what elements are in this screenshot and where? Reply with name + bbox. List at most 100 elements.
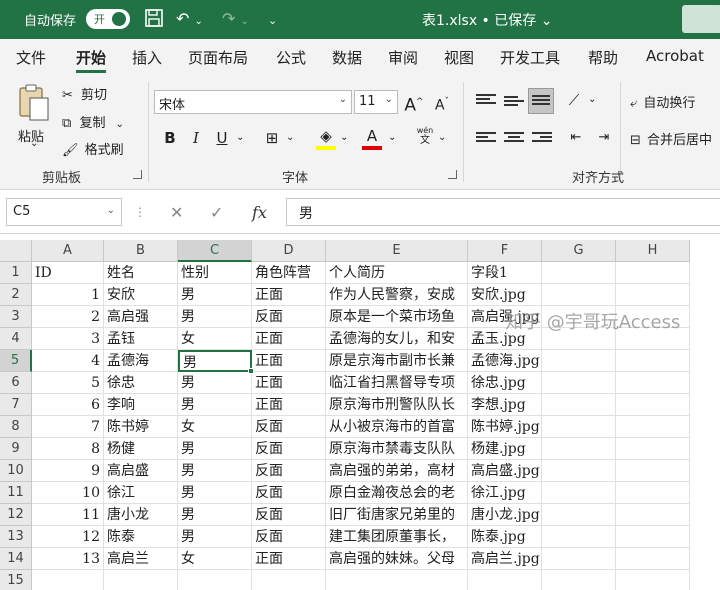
table-cell[interactable]: 女 [178,328,252,350]
table-cell[interactable] [616,416,690,438]
table-cell[interactable] [542,504,616,526]
table-cell[interactable]: 12 [32,526,104,548]
table-cell[interactable]: 反面 [252,438,326,460]
table-cell[interactable]: 作为人民警察，安成 [326,284,468,306]
table-cell[interactable]: 2 [32,306,104,328]
table-cell[interactable]: 唐小龙 [104,504,178,526]
fill-color-icon[interactable]: ◈ [314,124,338,148]
align-left-icon[interactable] [476,130,496,146]
table-cell[interactable] [326,570,468,590]
more-options-icon[interactable]: ⋮ [134,205,146,219]
table-cell[interactable] [616,372,690,394]
table-cell[interactable]: 字段1 [468,262,542,284]
fill-handle[interactable] [248,368,254,374]
copy-button[interactable]: ⧉ 复制 ⌄ [62,112,124,131]
row-header[interactable]: 5 [0,350,32,372]
table-cell[interactable]: 建工集团原董事长， [326,526,468,548]
table-cell[interactable]: 孟德海 [104,350,178,372]
row-header[interactable]: 15 [0,570,32,590]
column-header-g[interactable]: G [542,240,616,262]
table-cell[interactable]: 陈泰 [104,526,178,548]
table-cell[interactable]: 高启兰 [104,548,178,570]
table-cell[interactable]: 正面 [252,350,326,372]
increase-indent-icon[interactable]: ⇥ [592,126,616,150]
table-cell[interactable]: 个人简历 [326,262,468,284]
table-cell[interactable]: 陈书婷.jpg [468,416,542,438]
align-center-icon[interactable] [504,130,524,146]
align-middle-icon[interactable] [504,94,524,110]
column-header-c[interactable]: C [178,240,252,262]
table-cell[interactable]: 反面 [252,460,326,482]
table-cell[interactable] [616,262,690,284]
table-cell[interactable]: 杨健 [104,438,178,460]
orientation-icon[interactable]: ⟋ [562,88,586,112]
font-size-select[interactable]: 11 ⌄ [354,90,398,114]
clipboard-launcher-icon[interactable] [133,170,142,179]
wrap-text-button[interactable]: ⤶ 自动换行 [630,92,695,111]
column-header-f[interactable]: F [468,240,542,262]
tab-acrobat[interactable]: Acrobat [646,47,704,65]
align-top-icon[interactable] [476,92,496,108]
enter-icon[interactable]: ✓ [210,203,223,222]
table-cell[interactable]: 徐忠.jpg [468,372,542,394]
table-cell[interactable]: 正面 [252,328,326,350]
table-cell[interactable]: 4 [32,350,104,372]
table-cell[interactable]: 正面 [252,394,326,416]
tab-page-layout[interactable]: 页面布局 [188,47,248,68]
table-cell[interactable]: 8 [32,438,104,460]
underline-button[interactable]: U [210,126,234,150]
phonetic-button[interactable]: wén 文 [414,126,436,147]
borders-dropdown-icon[interactable]: ⌄ [286,132,294,143]
align-bottom-icon[interactable] [528,88,554,114]
tab-home[interactable]: 开始 [76,47,106,68]
fill-dropdown-icon[interactable]: ⌄ [340,132,348,143]
decrease-indent-icon[interactable]: ⇤ [564,126,588,150]
table-cell[interactable] [468,570,542,590]
search-box[interactable] [682,5,720,33]
cancel-icon[interactable]: ✕ [170,203,183,222]
table-cell[interactable]: 徐江.jpg [468,482,542,504]
table-cell[interactable]: 旧厂街唐家兄弟里的 [326,504,468,526]
table-cell[interactable] [616,460,690,482]
tab-formulas[interactable]: 公式 [276,47,306,68]
table-cell[interactable]: 1 [32,284,104,306]
table-cell[interactable]: 临江省扫黑督导专项 [326,372,468,394]
row-header[interactable]: 8 [0,416,32,438]
row-header[interactable]: 12 [0,504,32,526]
table-cell[interactable]: 反面 [252,416,326,438]
row-header[interactable]: 10 [0,460,32,482]
table-cell[interactable]: 3 [32,328,104,350]
table-cell[interactable]: 原白金瀚夜总会的老 [326,482,468,504]
table-cell[interactable]: 高启盛.jpg [468,460,542,482]
column-header-d[interactable]: D [252,240,326,262]
table-cell[interactable]: 5 [32,372,104,394]
table-cell[interactable] [616,548,690,570]
table-cell[interactable]: 原京海市刑警队队长 [326,394,468,416]
document-title[interactable]: 表1.xlsx • 已保存 ⌄ [422,10,552,30]
table-cell[interactable]: 反面 [252,306,326,328]
select-all-corner[interactable] [0,240,32,262]
cut-button[interactable]: ✂ 剪切 [62,84,107,103]
phonetic-dropdown-icon[interactable]: ⌄ [438,132,446,143]
table-cell[interactable]: 13 [32,548,104,570]
column-header-b[interactable]: B [104,240,178,262]
row-header[interactable]: 7 [0,394,32,416]
insert-function-icon[interactable]: fx [252,203,267,222]
table-cell[interactable] [252,570,326,590]
grow-font-button[interactable]: A^ [402,90,426,116]
table-cell[interactable] [616,350,690,372]
table-cell[interactable]: 男 [178,460,252,482]
table-cell[interactable]: 高启强 [104,306,178,328]
shrink-font-button[interactable]: Aˇ [430,90,454,114]
row-header[interactable]: 6 [0,372,32,394]
redo-icon[interactable]: ↷ ⌄ [222,8,249,30]
paste-button[interactable]: 粘贴 [14,82,54,145]
column-header-a[interactable]: A [32,240,104,262]
undo-icon[interactable]: ↶ ⌄ [176,8,203,30]
table-cell[interactable]: 孟德海的女儿，和安 [326,328,468,350]
table-cell[interactable]: 7 [32,416,104,438]
row-header[interactable]: 11 [0,482,32,504]
table-cell[interactable]: 安欣 [104,284,178,306]
table-cell[interactable]: 正面 [252,284,326,306]
table-cell[interactable]: 男 [178,526,252,548]
